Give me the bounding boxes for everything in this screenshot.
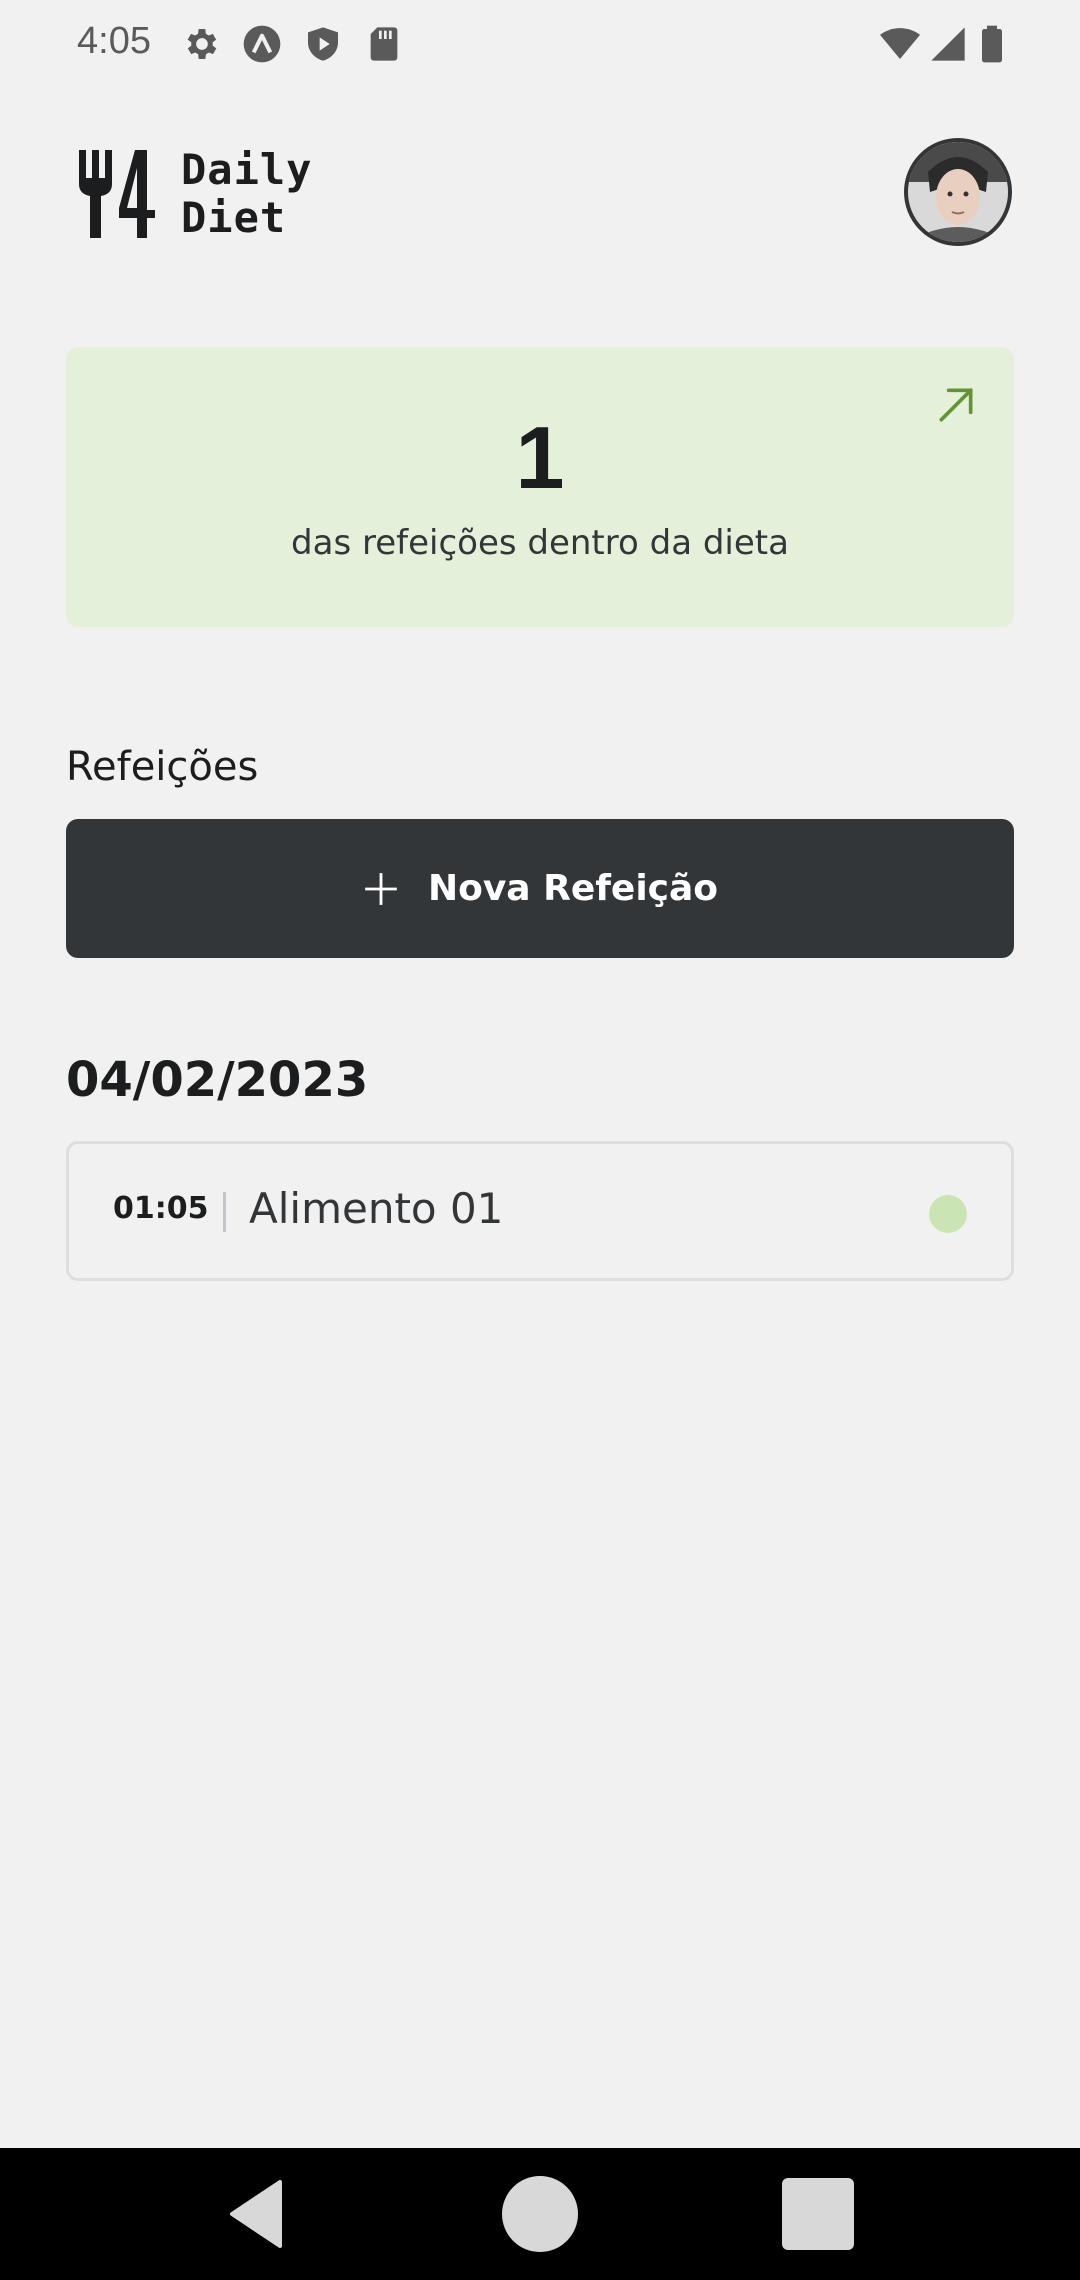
meal-divider <box>223 1192 226 1232</box>
back-icon[interactable] <box>220 2174 300 2254</box>
battery-icon <box>982 25 1002 63</box>
meal-list-item[interactable]: 01:05 Alimento 01 <box>66 1141 1014 1281</box>
user-avatar-image <box>908 142 1008 242</box>
settings-icon <box>187 29 217 59</box>
navigation-bar <box>0 2148 1080 2280</box>
plus-icon <box>365 872 397 905</box>
logo-text: Daily Diet <box>181 146 312 242</box>
logo-line-diet: Diet <box>181 193 287 242</box>
shield-play-icon <box>308 27 338 61</box>
logo-line-daily: Daily <box>181 145 313 194</box>
recents-icon[interactable] <box>778 2174 858 2254</box>
meal-name: Alimento 01 <box>249 1184 504 1233</box>
avatar[interactable] <box>904 138 1012 246</box>
new-meal-button[interactable]: Nova Refeição <box>66 819 1014 958</box>
meal-status-indicator <box>929 1195 967 1233</box>
fork-knife-icon <box>79 150 155 238</box>
new-meal-button-label: Nova Refeição <box>427 868 719 909</box>
stats-value: 1 <box>515 408 565 507</box>
status-time: 4:05 <box>77 20 151 62</box>
meals-section-title: Refeições <box>66 744 259 790</box>
stats-caption: das refeições dentro da dieta <box>291 523 789 563</box>
meal-time: 01:05 <box>113 1191 209 1226</box>
diet-stats-card[interactable]: 1 das refeições dentro da dieta <box>66 347 1014 627</box>
home-icon[interactable] <box>500 2174 580 2254</box>
wifi-icon <box>880 28 920 59</box>
expo-icon <box>243 25 281 63</box>
meal-date-heading: 04/02/2023 <box>66 1052 369 1108</box>
sd-card-icon <box>370 27 398 61</box>
signal-icon <box>931 27 965 61</box>
app-logo: Daily Diet <box>77 146 311 242</box>
status-bar: 4:05 <box>0 0 1080 88</box>
